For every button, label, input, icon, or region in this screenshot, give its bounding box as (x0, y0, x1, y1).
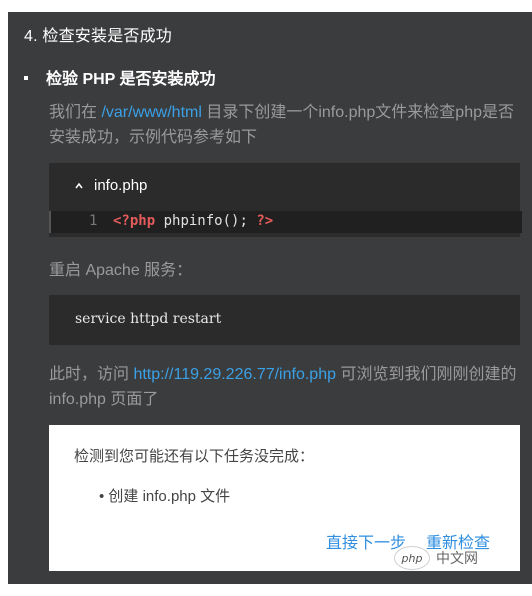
visit-text-pre: 此时，访问 (49, 366, 134, 383)
bullet-icon (24, 76, 28, 80)
visit-paragraph: 此时，访问 http://119.29.226.77/info.php 可浏览到… (49, 362, 519, 412)
tutorial-panel: 4. 检查安装是否成功 检验 PHP 是否安装成功 我们在 /var/www/h… (8, 12, 532, 584)
code-line: 1 <?php phpinfo(); ?> (49, 211, 522, 233)
code-body: phpinfo(); (155, 213, 257, 229)
php-open-tag: <?php (113, 213, 156, 229)
watermark: php 中文网 (394, 546, 478, 570)
section-heading: 检验 PHP 是否安装成功 (24, 65, 216, 89)
step-title: 4. 检查安装是否成功 (24, 28, 172, 45)
command-block: service httpd restart (49, 295, 520, 345)
line-number: 1 (89, 213, 98, 229)
instruction-text-pre: 我们在 (49, 104, 102, 121)
code-content: <?php phpinfo(); ?> (113, 213, 273, 229)
instruction-paragraph: 我们在 /var/www/html 目录下创建一个info.php文件来检查ph… (49, 100, 519, 150)
php-logo-icon: php (394, 546, 430, 570)
watermark-text: 中文网 (436, 550, 478, 566)
code-filename: info.php (94, 177, 148, 194)
code-block-header[interactable]: info.php (75, 177, 147, 194)
task-item: • 创建 info.php 文件 (99, 488, 231, 505)
code-block: info.php 1 <?php phpinfo(); ?> (49, 163, 522, 237)
chevron-up-icon[interactable] (75, 182, 83, 190)
restart-paragraph: 重启 Apache 服务： (49, 262, 193, 279)
section-heading-label: 检验 PHP 是否安装成功 (46, 71, 216, 88)
path-link[interactable]: /var/www/html (101, 104, 201, 121)
info-page-link[interactable]: http://119.29.226.77/info.php (133, 366, 336, 383)
task-card-title: 检测到您可能还有以下任务没完成： (74, 448, 315, 465)
php-close-tag: ?> (256, 213, 274, 229)
command-text: service httpd restart (75, 311, 222, 327)
